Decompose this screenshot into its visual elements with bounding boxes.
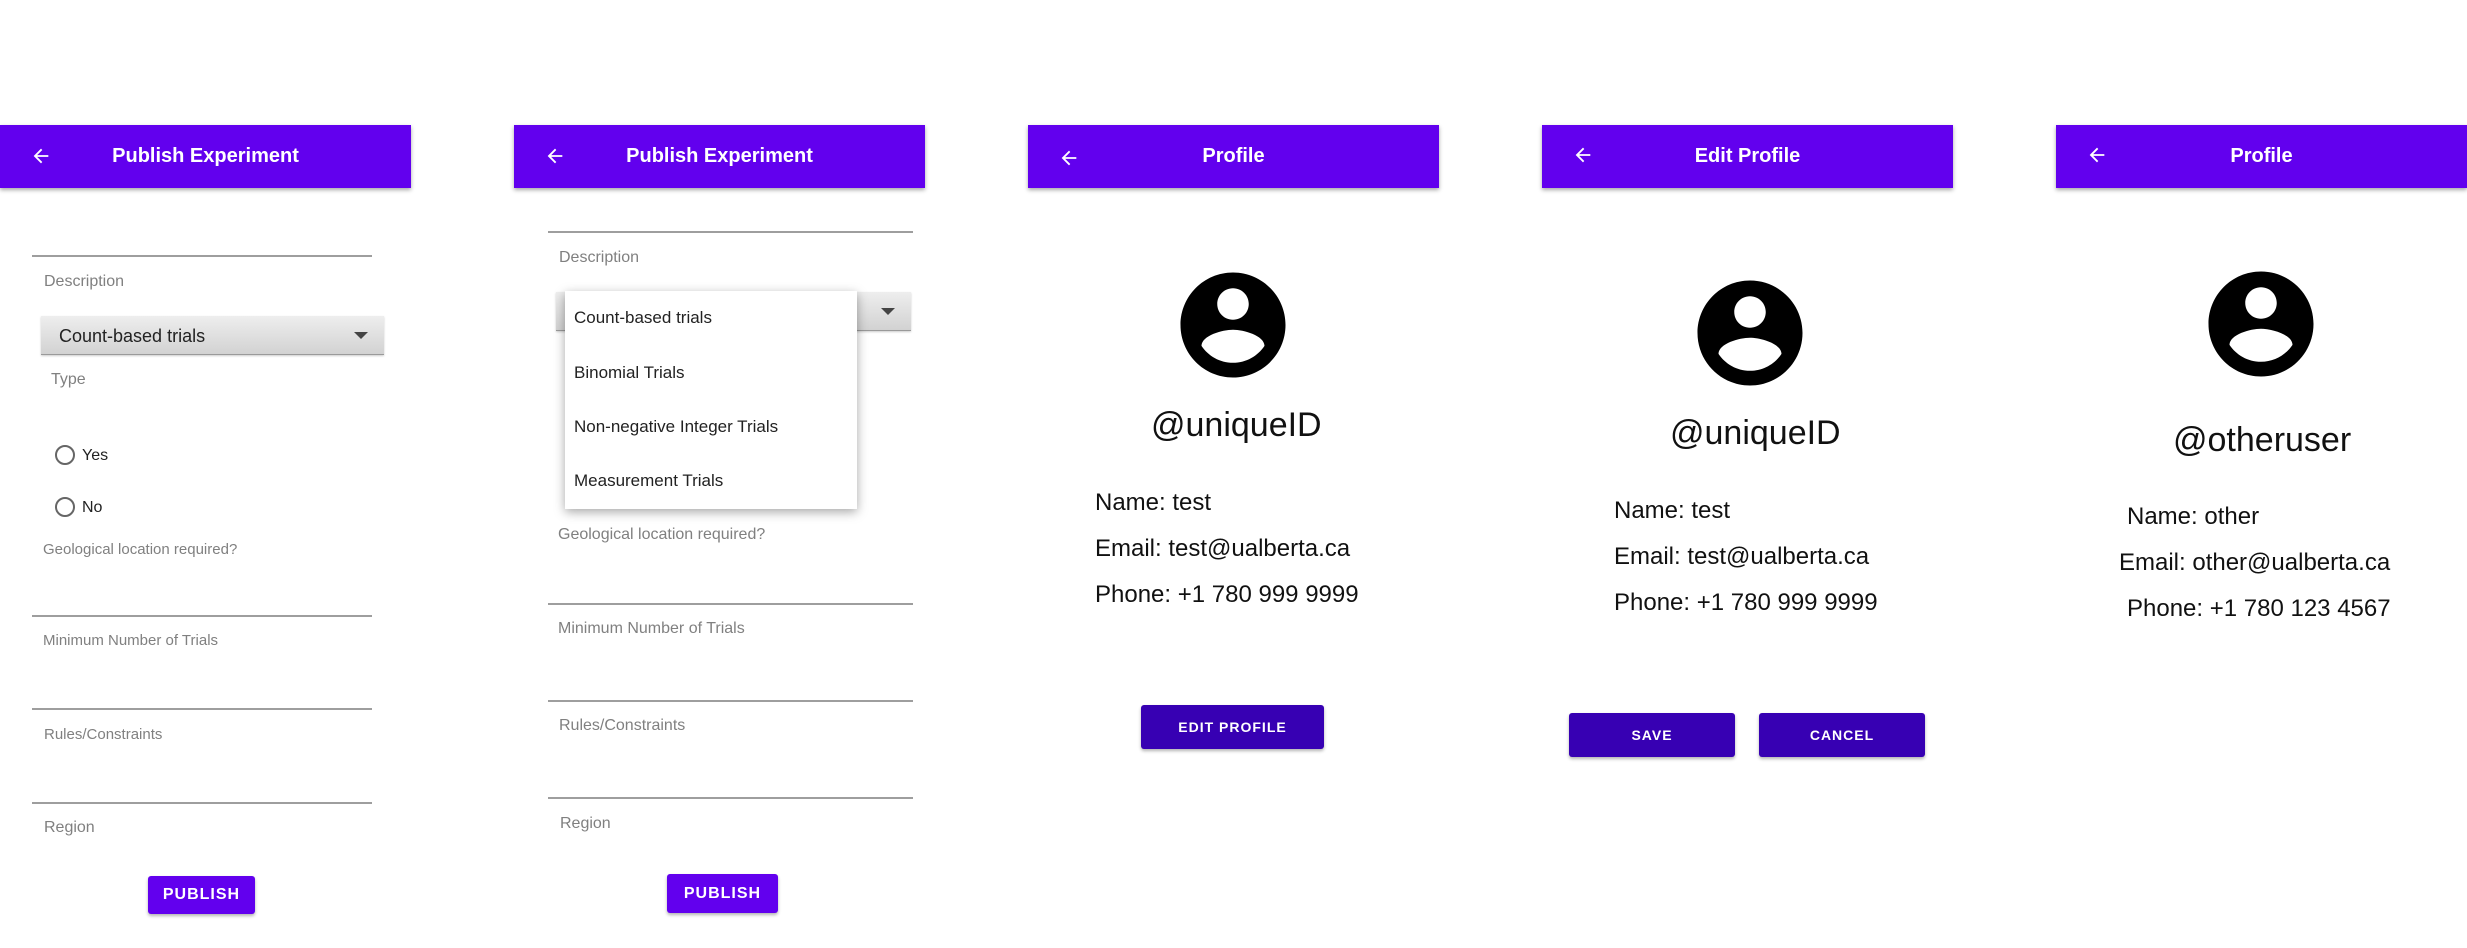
- app-bar-title: Publish Experiment: [626, 145, 813, 167]
- description-underline[interactable]: [32, 255, 372, 257]
- profile-name: Name: test: [1095, 489, 1212, 516]
- min-trials-underline: [548, 700, 913, 702]
- username-handle: @uniqueID: [1670, 414, 1841, 452]
- trial-type-selected: Count-based trials: [59, 326, 206, 346]
- username-handle: @uniqueID: [1151, 406, 1322, 444]
- region-input[interactable]: Region: [560, 815, 611, 833]
- profile-phone-field[interactable]: Phone: +1 780 999 9999: [1614, 589, 1878, 617]
- radio-yes-label: Yes: [82, 447, 109, 464]
- min-trials-underline: [32, 708, 372, 710]
- geo-location-label: Geological location required?: [43, 541, 238, 558]
- app-bar-title: Profile: [1202, 145, 1265, 167]
- app-bar: Publish Experiment: [514, 125, 925, 188]
- geo-underline: [32, 615, 372, 617]
- edit-profile-button[interactable]: EDIT PROFILE: [1141, 705, 1324, 749]
- description-input[interactable]: Description: [44, 273, 124, 291]
- profile-email: Email: test@ualberta.ca: [1095, 535, 1351, 562]
- publish-button[interactable]: PUBLISH: [667, 874, 778, 913]
- publish-button[interactable]: PUBLISH: [148, 876, 255, 914]
- description-underline[interactable]: [548, 231, 913, 233]
- account-circle-icon: [1180, 272, 1286, 378]
- username-handle: @otheruser: [2173, 421, 2352, 459]
- account-circle-icon: [2208, 271, 2314, 377]
- trial-type-dropdown: Count-based trials Binomial Trials Non-n…: [565, 291, 857, 509]
- dropdown-option[interactable]: Binomial Trials: [574, 363, 685, 383]
- profile-phone: Phone: +1 780 123 4567: [2127, 595, 2391, 622]
- description-input[interactable]: Description: [559, 249, 639, 267]
- app-bar-title: Edit Profile: [1694, 145, 1801, 167]
- geo-underline: [548, 603, 913, 605]
- dropdown-caret-icon: [354, 332, 368, 339]
- app-bar: Publish Experiment: [0, 125, 411, 188]
- min-trials-input[interactable]: Minimum Number of Trials: [558, 620, 745, 638]
- profile-email-field[interactable]: Email: test@ualberta.ca: [1614, 543, 1869, 571]
- trial-type-spinner[interactable]: Count-based trials: [41, 316, 384, 355]
- radio-yes[interactable]: [55, 445, 75, 465]
- edit-profile-screen: Edit Profile @uniqueID Name: test Email:…: [1542, 125, 1953, 920]
- type-label: Type: [51, 371, 86, 388]
- cancel-button[interactable]: CANCEL: [1759, 713, 1925, 757]
- rules-underline: [32, 802, 372, 804]
- app-bar-title: Publish Experiment: [112, 145, 299, 167]
- dropdown-option[interactable]: Non-negative Integer Trials: [574, 417, 778, 437]
- geo-location-label: Geological location required?: [558, 526, 766, 543]
- profile-email: Email: other@ualberta.ca: [2119, 549, 2391, 576]
- rules-input[interactable]: Rules/Constraints: [44, 726, 162, 743]
- profile-name: Name: other: [2127, 503, 2260, 530]
- profile-screen: Profile @uniqueID Name: test Email: test…: [1028, 125, 1439, 920]
- publish-experiment-screen: Publish Experiment Description Count-bas…: [0, 125, 411, 920]
- region-input[interactable]: Region: [44, 819, 95, 837]
- dropdown-caret-icon: [881, 308, 895, 315]
- publish-experiment-dropdown-screen: Publish Experiment Description Count-bas…: [514, 125, 925, 920]
- app-bar-title: Profile: [2230, 145, 2293, 167]
- min-trials-input[interactable]: Minimum Number of Trials: [43, 632, 218, 649]
- other-profile-screen: Profile @otheruser Name: other Email: ot…: [2056, 125, 2467, 920]
- profile-name-field[interactable]: Name: test: [1614, 497, 1730, 525]
- app-bar: Profile: [1028, 125, 1439, 188]
- profile-phone: Phone: +1 780 999 9999: [1095, 581, 1359, 608]
- dropdown-option[interactable]: Count-based trials: [574, 308, 712, 328]
- rules-input[interactable]: Rules/Constraints: [559, 717, 685, 735]
- radio-no-label: No: [82, 499, 103, 516]
- app-bar: Profile: [2056, 125, 2467, 188]
- dropdown-option[interactable]: Measurement Trials: [574, 471, 723, 491]
- account-circle-icon: [1697, 280, 1803, 386]
- radio-no[interactable]: [55, 497, 75, 517]
- save-button[interactable]: SAVE: [1569, 713, 1735, 757]
- app-bar: Edit Profile: [1542, 125, 1953, 188]
- rules-underline: [548, 797, 913, 799]
